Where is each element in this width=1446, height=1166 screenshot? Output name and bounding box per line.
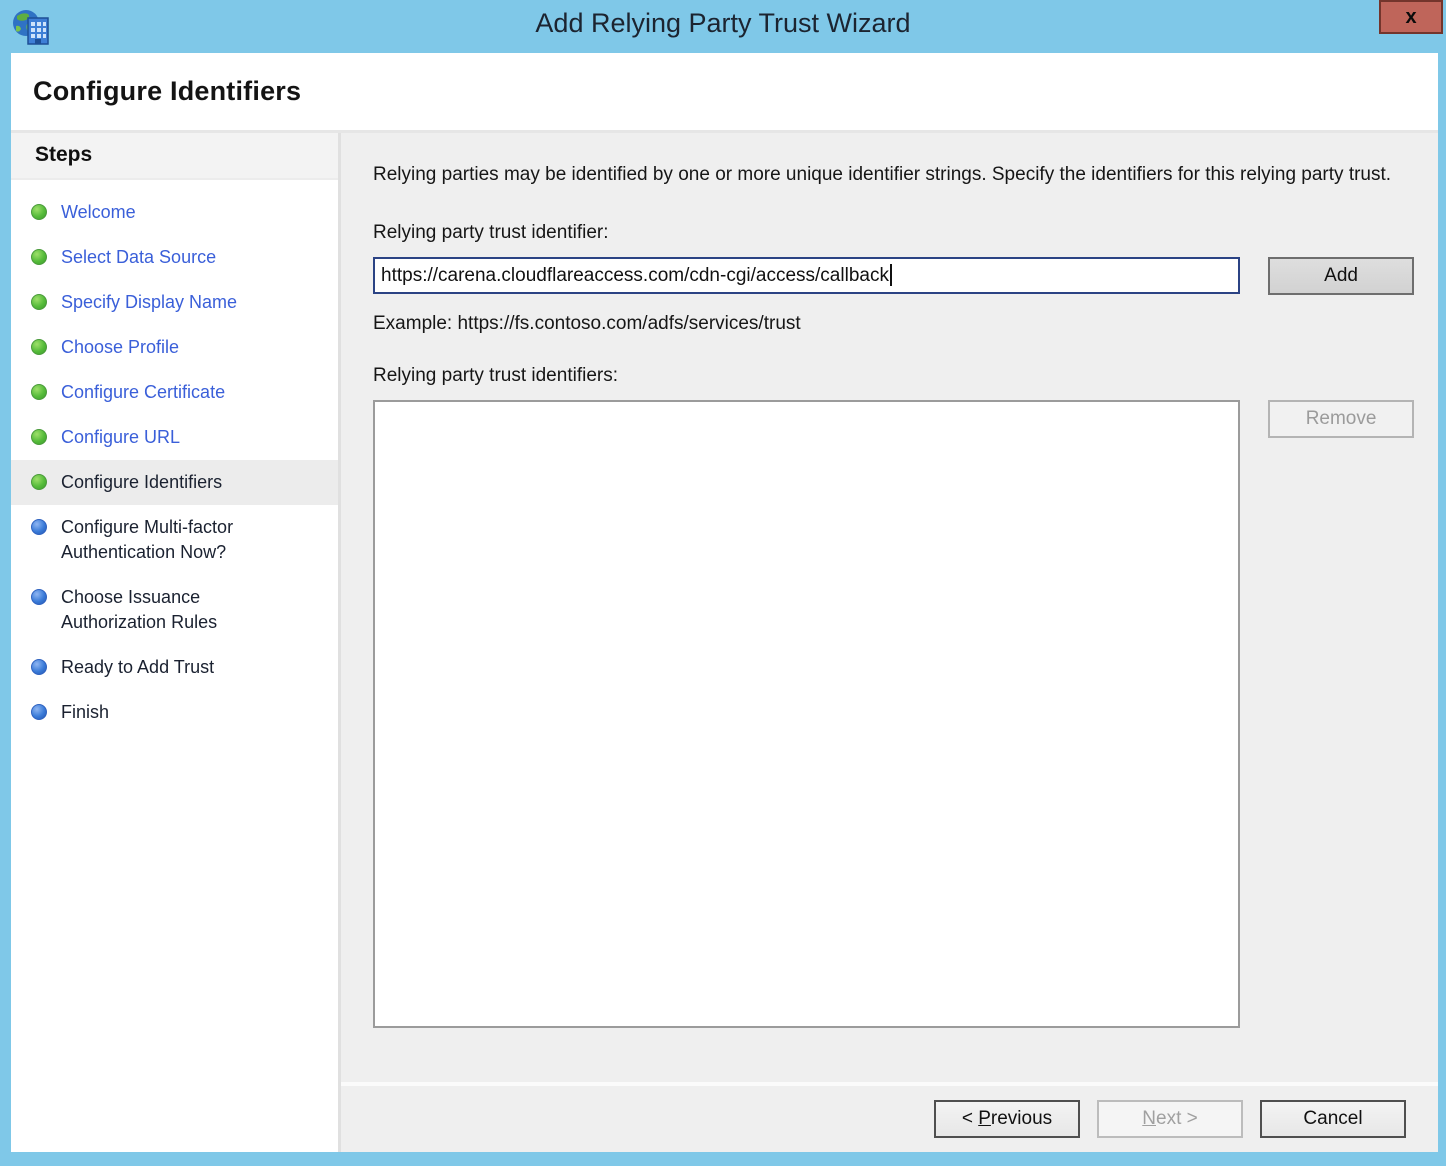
window-title: Add Relying Party Trust Wizard: [0, 8, 1446, 39]
step-label: Configure URL: [61, 425, 180, 450]
step-label: Select Data Source: [61, 245, 216, 270]
sidebar-step-choose-profile: Choose Profile: [11, 325, 338, 370]
page-header: Configure Identifiers: [11, 53, 1438, 133]
sidebar-step-choose-issuance-authorization-rules: Choose Issuance Authorization Rules: [11, 575, 338, 645]
page-title: Configure Identifiers: [33, 76, 301, 107]
sidebar-step-configure-url: Configure URL: [11, 415, 338, 460]
sidebar-step-welcome: Welcome: [11, 190, 338, 235]
step-status-bullet-icon: [31, 474, 47, 490]
dialog-shell: Configure Identifiers Steps Welcome Selec…: [11, 53, 1438, 1152]
step-status-bullet-icon: [31, 429, 47, 445]
footer-button-bar: < Previous Next > Cancel: [341, 1082, 1438, 1152]
step-status-bullet-icon: [31, 294, 47, 310]
add-button[interactable]: Add: [1268, 257, 1414, 295]
step-status-bullet-icon: [31, 589, 47, 605]
close-icon: x: [1405, 6, 1416, 28]
close-button[interactable]: x: [1379, 0, 1443, 34]
identifiers-listbox[interactable]: [373, 400, 1240, 1028]
step-status-bullet-icon: [31, 339, 47, 355]
step-label: Finish: [61, 700, 109, 725]
step-label: Ready to Add Trust: [61, 655, 214, 680]
step-status-bullet-icon: [31, 659, 47, 675]
step-label: Configure Multi-factor Authentication No…: [61, 515, 286, 565]
step-status-bullet-icon: [31, 519, 47, 535]
steps-heading: Steps: [11, 133, 338, 180]
sidebar-step-configure-identifiers: Configure Identifiers: [11, 460, 338, 505]
titlebar[interactable]: Add Relying Party Trust Wizard x: [0, 0, 1446, 53]
identifier-input-value: https://carena.cloudflareaccess.com/cdn-…: [381, 265, 889, 286]
sidebar-step-configure-multi-factor-authentication-now: Configure Multi-factor Authentication No…: [11, 505, 338, 575]
identifier-input-label: Relying party trust identifier:: [373, 222, 1414, 244]
step-status-bullet-icon: [31, 249, 47, 265]
text-caret: [890, 264, 892, 286]
sidebar-step-specify-display-name: Specify Display Name: [11, 280, 338, 325]
content-panel: Relying parties may be identified by one…: [341, 133, 1438, 1082]
cancel-button[interactable]: Cancel: [1260, 1100, 1406, 1138]
steps-list: Welcome Select Data Source Specify Display…: [11, 180, 338, 735]
sidebar-step-ready-to-add-trust: Ready to Add Trust: [11, 645, 338, 690]
step-label: Choose Issuance Authorization Rules: [61, 585, 286, 635]
identifiers-list-label: Relying party trust identifiers:: [373, 365, 1414, 387]
step-label: Welcome: [61, 200, 136, 225]
step-label: Configure Identifiers: [61, 470, 222, 495]
wizard-window: Add Relying Party Trust Wizard x Configu…: [0, 0, 1446, 1166]
next-button[interactable]: Next >: [1097, 1100, 1243, 1138]
description-text: Relying parties may be identified by one…: [373, 161, 1403, 188]
identifier-input[interactable]: https://carena.cloudflareaccess.com/cdn-…: [373, 257, 1240, 294]
step-status-bullet-icon: [31, 204, 47, 220]
step-status-bullet-icon: [31, 704, 47, 720]
previous-button[interactable]: < Previous: [934, 1100, 1080, 1138]
step-label: Configure Certificate: [61, 380, 225, 405]
step-label: Specify Display Name: [61, 290, 237, 315]
sidebar-step-configure-certificate: Configure Certificate: [11, 370, 338, 415]
example-text: Example: https://fs.contoso.com/adfs/ser…: [373, 313, 1414, 335]
sidebar-step-select-data-source: Select Data Source: [11, 235, 338, 280]
steps-sidebar: Steps Welcome Select Data Source Specify D…: [11, 133, 341, 1152]
remove-button[interactable]: Remove: [1268, 400, 1414, 438]
step-label: Choose Profile: [61, 335, 179, 360]
step-status-bullet-icon: [31, 384, 47, 400]
sidebar-step-finish: Finish: [11, 690, 338, 735]
